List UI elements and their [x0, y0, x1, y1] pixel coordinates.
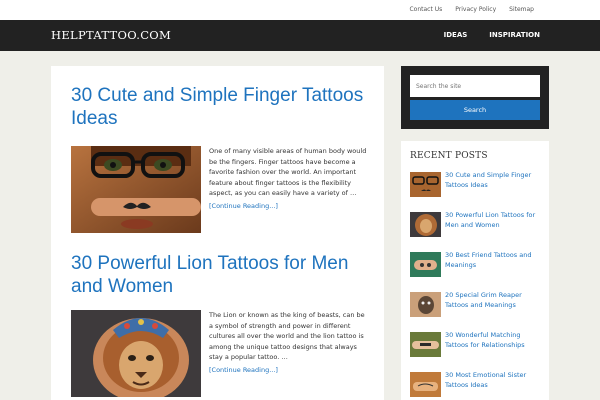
- privacy-policy-link[interactable]: Privacy Policy: [455, 6, 496, 14]
- post-entry: 30 Powerful Lion Tattoos for Men and Wom…: [71, 252, 371, 298]
- recent-post-thumbnail[interactable]: [410, 252, 441, 277]
- recent-post-link[interactable]: 30 Most Emotional Sister Tattoos Ideas: [445, 370, 545, 390]
- site-title[interactable]: HELPTATTOO.COM: [51, 28, 171, 42]
- nav-ideas[interactable]: IDEAS: [444, 31, 468, 40]
- recent-post-link[interactable]: 30 Best Friend Tattoos and Meanings: [445, 250, 545, 270]
- recent-post-thumbnail[interactable]: [410, 332, 441, 357]
- contact-us-link[interactable]: Contact Us: [409, 6, 442, 14]
- recent-post-item[interactable]: 20 Special Grim Reaper Tattoos and Meani…: [410, 290, 545, 320]
- recent-post-item[interactable]: 30 Best Friend Tattoos and Meanings: [410, 250, 545, 280]
- recent-posts-widget: RECENT POSTS 30 Cute and Simple Finger T…: [401, 141, 549, 400]
- recent-post-item[interactable]: 30 Wonderful Matching Tattoos for Relati…: [410, 330, 545, 360]
- top-utility-bar: Contact Us Privacy Policy Sitemap: [0, 0, 600, 20]
- recent-post-thumbnail[interactable]: [410, 372, 441, 397]
- post-title[interactable]: 30 Powerful Lion Tattoos for Men and Wom…: [71, 252, 371, 298]
- sitemap-link[interactable]: Sitemap: [509, 6, 534, 14]
- recent-post-item[interactable]: 30 Most Emotional Sister Tattoos Ideas: [410, 370, 545, 400]
- main-nav: IDEAS INSPIRATION: [422, 31, 540, 40]
- nav-inspiration[interactable]: INSPIRATION: [489, 31, 540, 40]
- post-excerpt: One of many visible areas of human body …: [209, 146, 369, 211]
- search-widget: Search: [401, 66, 549, 129]
- finger-tattoo-image: [71, 146, 201, 233]
- main-content: 30 Cute and Simple Finger Tattoos Ideas: [51, 66, 384, 400]
- lion-tattoo-image: [71, 310, 201, 397]
- continue-reading-link[interactable]: [Continue Reading...]: [209, 201, 369, 212]
- recent-post-item[interactable]: 30 Cute and Simple Finger Tattoos Ideas: [410, 170, 545, 200]
- recent-post-link[interactable]: 30 Cute and Simple Finger Tattoos Ideas: [445, 170, 545, 190]
- post-excerpt-text: The Lion or known as the king of beasts,…: [209, 311, 365, 361]
- recent-post-thumbnail[interactable]: [410, 172, 441, 197]
- recent-posts-heading: RECENT POSTS: [410, 151, 488, 161]
- recent-post-thumbnail[interactable]: [410, 212, 441, 237]
- recent-post-thumbnail[interactable]: [410, 292, 441, 317]
- post-thumbnail[interactable]: [71, 146, 201, 233]
- site-header: HELPTATTOO.COM IDEAS INSPIRATION: [0, 20, 600, 51]
- recent-post-link[interactable]: 30 Wonderful Matching Tattoos for Relati…: [445, 330, 545, 350]
- search-input[interactable]: [410, 75, 540, 97]
- recent-post-link[interactable]: 30 Powerful Lion Tattoos for Men and Wom…: [445, 210, 545, 230]
- search-button[interactable]: Search: [410, 100, 540, 120]
- post-title[interactable]: 30 Cute and Simple Finger Tattoos Ideas: [71, 84, 371, 130]
- recent-post-item[interactable]: 30 Powerful Lion Tattoos for Men and Wom…: [410, 210, 545, 240]
- post-entry: 30 Cute and Simple Finger Tattoos Ideas: [71, 84, 371, 130]
- utility-nav: Contact Us Privacy Policy Sitemap: [396, 6, 534, 14]
- post-excerpt-text: One of many visible areas of human body …: [209, 147, 367, 197]
- recent-post-link[interactable]: 20 Special Grim Reaper Tattoos and Meani…: [445, 290, 545, 310]
- post-excerpt: The Lion or known as the king of beasts,…: [209, 310, 369, 375]
- continue-reading-link[interactable]: [Continue Reading...]: [209, 365, 369, 376]
- post-thumbnail[interactable]: [71, 310, 201, 397]
